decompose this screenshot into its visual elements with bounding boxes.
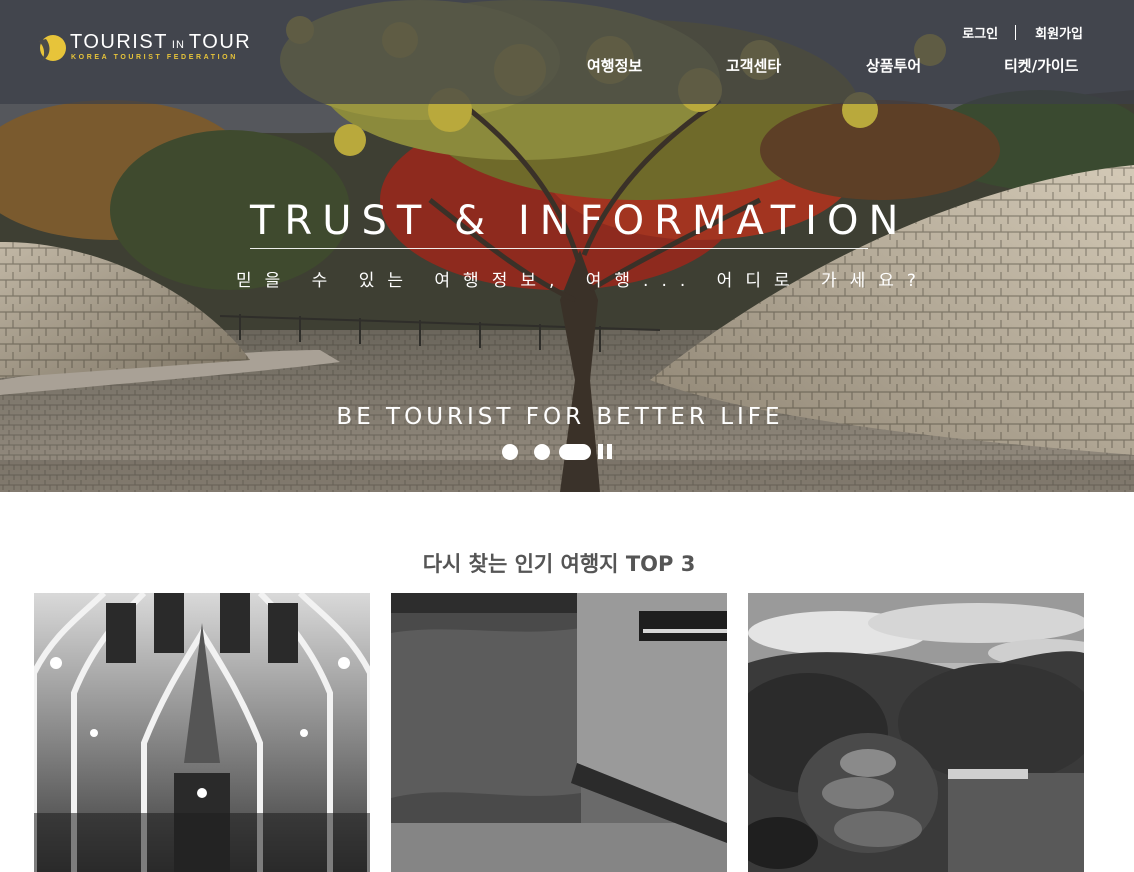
pause-icon[interactable]	[598, 443, 614, 461]
logo-wordmark: TOURIST IN TOUR	[70, 31, 252, 53]
reflecting-pool-photo	[391, 593, 727, 872]
top3-card-1[interactable]	[34, 593, 370, 872]
top3-card-3[interactable]	[748, 593, 1084, 872]
hero-subtitle: 믿을 수 있는 여행정보, 여행... 어디로 가세요?	[236, 271, 929, 291]
nav-item-ticket-guide[interactable]: 티켓/가이드	[1004, 55, 1078, 76]
slide-dot-3-active[interactable]	[559, 444, 591, 460]
nav-item-product-tour[interactable]: 상품투어	[866, 55, 921, 76]
hero-tagline: BE TOURIST FOR BETTER LIFE	[336, 404, 784, 430]
signup-link[interactable]: 회원가입	[1035, 23, 1083, 42]
section-title-top3: 다시 찾는 인기 여행지 TOP 3	[422, 552, 696, 576]
nav-item-customer-center[interactable]: 고객센타	[726, 55, 781, 76]
hero-title: TRUST & INFORMATION	[250, 198, 909, 244]
nav-item-travel-info[interactable]: 여행정보	[587, 55, 642, 76]
hero-banner: TOURIST IN TOUR KOREA TOURIST FEDERATION 로…	[0, 0, 1134, 492]
utility-divider	[1015, 25, 1017, 40]
top3-card-2[interactable]	[391, 593, 727, 872]
slide-dot-2[interactable]	[534, 444, 550, 460]
main-nav: 여행정보 고객센타 상품투어 티켓/가이드	[0, 55, 1134, 79]
hero-divider	[250, 248, 868, 249]
login-link[interactable]: 로그인	[962, 23, 998, 42]
slide-dot-1[interactable]	[502, 444, 518, 460]
japanese-garden-photo	[748, 593, 1084, 872]
cathedral-photo	[34, 593, 370, 872]
utility-nav: 로그인 회원가입	[962, 23, 1083, 42]
